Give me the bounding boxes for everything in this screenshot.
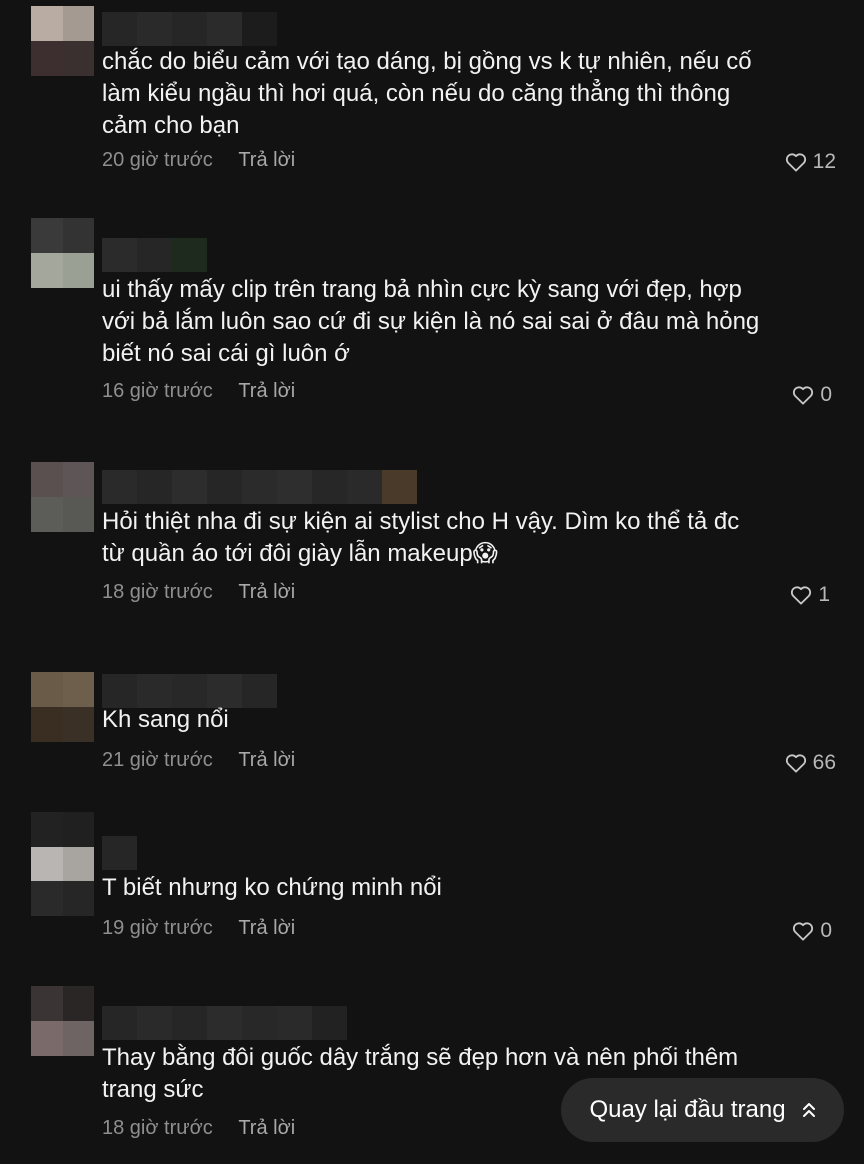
- comment-time: 21 giờ trước: [102, 749, 213, 771]
- heart-outline-icon: [785, 754, 806, 773]
- double-chevron-up-icon: [802, 1103, 815, 1117]
- avatar[interactable]: [31, 218, 94, 288]
- back-to-top-button[interactable]: Quay lại đầu trang: [561, 1078, 844, 1142]
- comment-time: 18 giờ trước: [102, 1117, 213, 1139]
- back-to-top-label: Quay lại đầu trang: [589, 1096, 786, 1123]
- like-button[interactable]: 1: [790, 583, 830, 607]
- username-blurred[interactable]: [102, 12, 277, 46]
- like-button[interactable]: 0: [792, 383, 832, 407]
- username-blurred[interactable]: [102, 1006, 347, 1040]
- reply-button[interactable]: Trả lời: [238, 749, 295, 771]
- like-button[interactable]: 66: [785, 751, 836, 775]
- username-blurred[interactable]: [102, 470, 417, 504]
- username-blurred[interactable]: [102, 836, 137, 870]
- avatar[interactable]: [31, 812, 94, 916]
- comment-time: 20 giờ trước: [102, 149, 213, 171]
- heart-outline-icon: [793, 922, 814, 941]
- comment-meta: 21 giờ trước Trả lời: [102, 748, 295, 772]
- avatar[interactable]: [31, 986, 94, 1056]
- comment-text: ui thấy mấy clip trên trang bả nhìn cực …: [102, 276, 760, 367]
- like-count: 1: [818, 583, 830, 606]
- username-blurred[interactable]: [102, 674, 277, 708]
- comment-meta: 18 giờ trước Trả lời: [102, 580, 295, 604]
- heart-outline-icon: [791, 586, 812, 605]
- comment-time: 16 giờ trước: [102, 380, 213, 402]
- avatar[interactable]: [31, 462, 94, 532]
- comment-text: Hỏi thiệt nha đi sự kiện ai stylist cho …: [102, 508, 740, 567]
- heart-outline-icon: [793, 386, 814, 405]
- comment-meta: 18 giờ trước Trả lời: [102, 1116, 295, 1140]
- comment-meta: 16 giờ trước Trả lời: [102, 379, 295, 403]
- reply-button[interactable]: Trả lời: [238, 581, 295, 603]
- reply-button[interactable]: Trả lời: [238, 917, 295, 939]
- like-count: 12: [812, 150, 836, 173]
- username-blurred[interactable]: [102, 238, 207, 272]
- like-count: 66: [812, 751, 836, 774]
- comment-time: 19 giờ trước: [102, 917, 213, 939]
- reply-button[interactable]: Trả lời: [238, 149, 295, 171]
- heart-outline-icon: [785, 153, 806, 172]
- comment-text: chắc do biểu cảm với tạo dáng, bị gồng v…: [102, 48, 752, 139]
- like-button[interactable]: 12: [785, 150, 836, 174]
- comment-meta: 20 giờ trước Trả lời: [102, 148, 295, 172]
- comment-text: Kh sang nổi: [102, 706, 229, 733]
- comment-text: T biết nhưng ko chứng minh nổi: [102, 874, 442, 901]
- like-count: 0: [820, 919, 832, 942]
- reply-button[interactable]: Trả lời: [238, 380, 295, 402]
- avatar[interactable]: [31, 6, 94, 76]
- reply-button[interactable]: Trả lời: [238, 1117, 295, 1139]
- like-count: 0: [820, 383, 832, 406]
- comment-meta: 19 giờ trước Trả lời: [102, 916, 295, 940]
- comment-time: 18 giờ trước: [102, 581, 213, 603]
- avatar[interactable]: [31, 672, 94, 742]
- like-button[interactable]: 0: [792, 919, 832, 943]
